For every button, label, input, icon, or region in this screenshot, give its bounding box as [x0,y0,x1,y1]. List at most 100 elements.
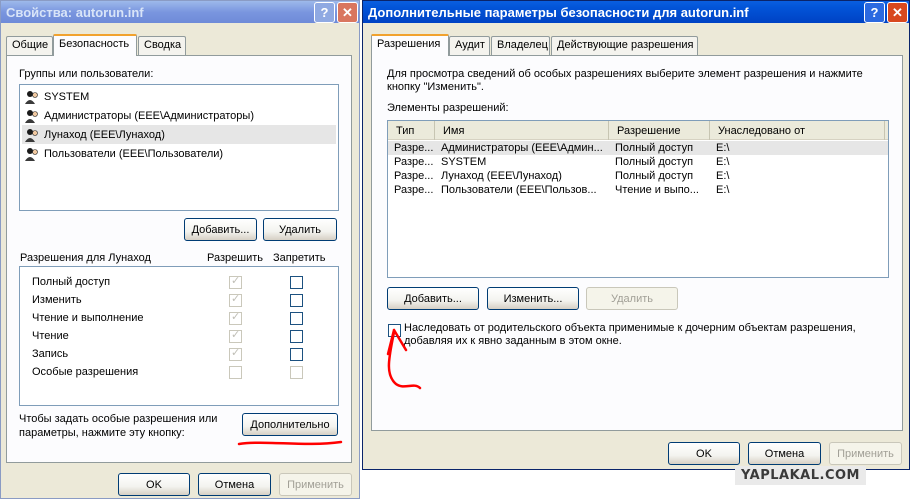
cell-inherited: E:\ [716,142,730,154]
user-group-icon [24,146,40,162]
close-icon: ✕ [892,4,903,20]
permission-name: Чтение [32,330,69,342]
apply-button[interactable]: Применить [829,442,902,465]
permission-row: Запись [32,345,334,363]
tab-effective-permissions[interactable]: Действующие разрешения [551,36,698,56]
tab-audit[interactable]: Аудит [449,36,490,56]
allow-full-control-checkbox[interactable] [229,274,242,289]
security-tab-pane: Группы или пользователи: SYSTEM Админист… [6,55,352,463]
cancel-button[interactable]: Отмена [748,442,821,465]
tab-general[interactable]: Общие [6,36,53,56]
permission-name: Особые разрешения [32,366,139,378]
column-permission[interactable]: Разрешение [609,121,710,140]
table-row[interactable]: Разре... SYSTEM Полный доступ E:\ [388,155,888,169]
deny-modify-checkbox[interactable] [290,294,303,307]
close-button[interactable]: ✕ [887,2,908,23]
advanced-hint-line-1: Чтобы задать особые разрешения или [19,413,218,425]
permission-name: Чтение и выполнение [32,312,144,324]
user-group-icon [24,108,40,124]
apply-button[interactable]: Применить [279,473,352,496]
remove-user-button[interactable]: Удалить [263,218,337,241]
watermark: YAPLAKAL.COM [735,466,866,485]
help-button[interactable]: ? [864,2,885,23]
add-entry-button[interactable]: Добавить... [387,287,479,310]
groups-label: Группы или пользователи: [19,68,154,80]
ok-button[interactable]: OK [118,473,190,496]
permission-row: Изменить [32,291,334,309]
permissions-header: Разрешения для Лунаход [20,252,151,264]
elements-label: Элементы разрешений: [387,102,509,114]
inherit-label-line-1: Наследовать от родительского объекта при… [404,322,856,334]
deny-read-checkbox[interactable] [290,330,303,343]
advanced-security-window: Дополнительные параметры безопасности дл… [362,0,910,470]
column-name[interactable]: Имя [435,121,609,140]
table-row[interactable]: Разре... Администраторы (EEE\Админ... По… [388,141,888,155]
user-name: Лунаход (EEE\Лунаход) [44,128,165,141]
allow-column-header: Разрешить [207,252,263,264]
permission-name: Запись [32,348,69,360]
tab-owner[interactable]: Владелец [491,36,550,56]
cell-type: Разре... [394,170,434,182]
cell-type: Разре... [394,156,434,168]
cell-inherited: E:\ [716,170,730,182]
cell-name: SYSTEM [441,156,487,168]
table-row[interactable]: Разре... Пользователи (EEE\Пользов... Чт… [388,183,888,197]
remove-entry-button[interactable]: Удалить [586,287,678,310]
cell-type: Разре... [394,184,434,196]
cell-permission: Полный доступ [615,142,694,154]
question-icon: ? [870,5,879,20]
advanced-security-titlebar[interactable]: Дополнительные параметры безопасности дл… [363,1,909,23]
permission-name: Изменить [32,294,82,306]
cell-name: Лунаход (EEE\Лунаход) [441,170,562,182]
permission-entries-table[interactable]: Тип Имя Разрешение Унаследовано от Разре… [387,120,889,278]
allow-special-checkbox[interactable] [229,366,242,379]
cell-name: Администраторы (EEE\Админ... [441,142,603,154]
add-user-button[interactable]: Добавить... [184,218,257,241]
list-item[interactable]: Администраторы (EEE\Администраторы) [22,106,336,125]
permission-row: Чтение и выполнение [32,309,334,327]
user-name: Пользователи (EEE\Пользователи) [44,147,224,160]
cell-inherited: E:\ [716,184,730,196]
user-name: Администраторы (EEE\Администраторы) [44,109,254,122]
deny-column-header: Запретить [273,252,326,264]
allow-read-execute-checkbox[interactable] [229,310,242,325]
tab-permissions[interactable]: Разрешения [371,34,449,56]
cancel-button[interactable]: Отмена [198,473,271,496]
annotation-underline [237,440,343,446]
properties-titlebar[interactable]: Свойства: autorun.inf ? ✕ [1,1,359,23]
allow-write-checkbox[interactable] [229,346,242,361]
deny-special-checkbox[interactable] [290,366,303,379]
deny-write-checkbox[interactable] [290,348,303,361]
advanced-hint-line-2: параметры, нажмите эту кнопку: [19,427,185,439]
advanced-button[interactable]: Дополнительно [242,413,338,436]
tab-security[interactable]: Безопасность [53,34,137,56]
list-item[interactable]: SYSTEM [22,87,336,106]
permissions-list: Полный доступ Изменить Чтение и выполнен… [19,266,339,406]
help-button[interactable]: ? [314,2,335,23]
permission-name: Полный доступ [32,276,111,288]
allow-modify-checkbox[interactable] [229,292,242,307]
permission-row: Особые разрешения [32,363,334,381]
advanced-security-title: Дополнительные параметры безопасности дл… [368,4,749,20]
close-button[interactable]: ✕ [337,2,358,23]
table-row[interactable]: Разре... Лунаход (EEE\Лунаход) Полный до… [388,169,888,183]
column-type[interactable]: Тип [388,121,435,140]
column-inherited[interactable]: Унаследовано от [710,121,885,140]
deny-full-control-checkbox[interactable] [290,276,303,289]
ok-button[interactable]: OK [668,442,740,465]
allow-read-checkbox[interactable] [229,328,242,343]
deny-read-execute-checkbox[interactable] [290,312,303,325]
list-item[interactable]: Лунаход (EEE\Лунаход) [22,125,336,144]
annotation-arrow [386,328,422,390]
info-text-line-2: кнопку "Изменить". [387,81,484,93]
cell-permission: Полный доступ [615,156,694,168]
user-group-icon [24,89,40,105]
edit-entry-button[interactable]: Изменить... [487,287,579,310]
user-name: SYSTEM [44,90,90,103]
list-item[interactable]: Пользователи (EEE\Пользователи) [22,144,336,163]
info-text-line-1: Для просмотра сведений об особых разреше… [387,68,863,80]
cell-inherited: E:\ [716,156,730,168]
users-list[interactable]: SYSTEM Администраторы (EEE\Администратор… [19,84,339,211]
tab-summary[interactable]: Сводка [138,36,186,56]
question-icon: ? [320,5,329,20]
